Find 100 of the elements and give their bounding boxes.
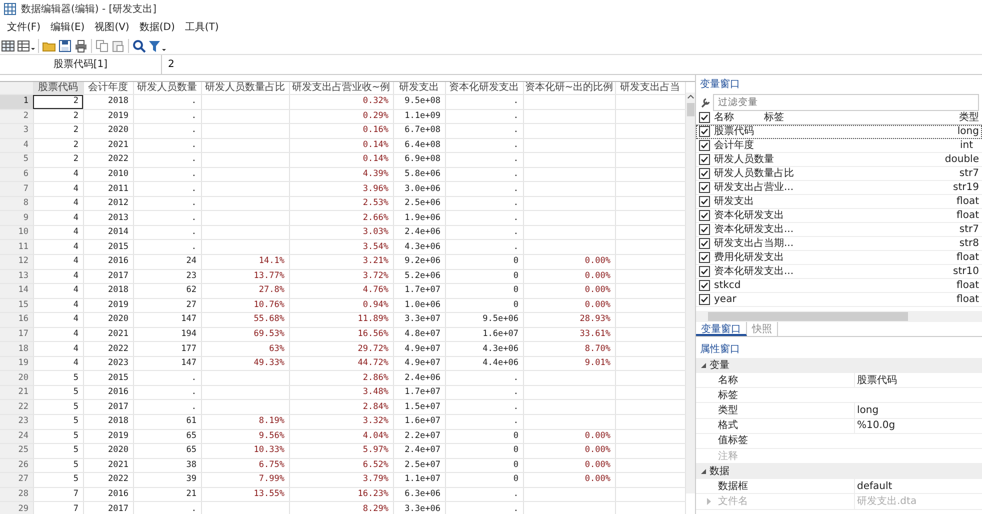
empty-cell[interactable] — [201, 182, 289, 196]
table-cell[interactable]: 2014 — [83, 225, 133, 240]
table-cell[interactable]: 7.99% — [201, 472, 289, 488]
table-cell[interactable]: 5 — [33, 400, 83, 415]
table-cell[interactable]: 0.00% — [523, 269, 615, 284]
empty-cell[interactable] — [615, 458, 685, 473]
table-cell[interactable]: 5.97% — [289, 444, 393, 458]
row-number[interactable]: 14 — [0, 284, 33, 298]
table-cell[interactable]: 1.5e+07 — [393, 400, 445, 415]
table-cell[interactable]: . — [445, 400, 523, 415]
table-cell[interactable]: 5 — [33, 472, 83, 488]
table-cell[interactable]: . — [133, 109, 201, 124]
table-cell[interactable]: 6.52% — [289, 458, 393, 473]
column-header[interactable]: 资本化研~出的比例 — [523, 82, 615, 94]
table-cell[interactable]: 2020 — [83, 444, 133, 458]
table-cell[interactable]: . — [133, 182, 201, 196]
row-number[interactable]: 21 — [0, 385, 33, 400]
table-cell[interactable]: 9.5e+08 — [393, 94, 445, 110]
row-number[interactable]: 17 — [0, 327, 33, 342]
table-cell[interactable]: 2018 — [83, 414, 133, 430]
checkbox-icon[interactable] — [699, 126, 710, 137]
empty-cell[interactable] — [201, 152, 289, 168]
table-cell[interactable]: 4 — [33, 284, 83, 298]
table-cell[interactable]: 3.54% — [289, 240, 393, 255]
table-cell[interactable]: 27 — [133, 298, 201, 313]
table-cell[interactable]: 29.72% — [289, 342, 393, 356]
table-cell[interactable]: 4 — [33, 312, 83, 328]
column-header[interactable]: 股票代码 — [33, 82, 83, 94]
table-cell[interactable]: 5.2e+06 — [393, 269, 445, 284]
table-cell[interactable]: 11.89% — [289, 312, 393, 328]
table-cell[interactable]: 4 — [33, 269, 83, 284]
checkbox-icon[interactable] — [699, 168, 710, 179]
table-cell[interactable]: 3.03% — [289, 225, 393, 240]
table-cell[interactable]: 3.96% — [289, 182, 393, 196]
table-cell[interactable]: 5 — [33, 429, 83, 444]
table-cell[interactable]: 44.72% — [289, 356, 393, 371]
table-cell[interactable]: 10.76% — [201, 298, 289, 313]
row-number[interactable]: 24 — [0, 429, 33, 444]
column-header[interactable]: 研发支出占营业收~例 — [289, 82, 393, 94]
table-cell[interactable]: 38 — [133, 458, 201, 473]
table-cell[interactable]: 2 — [33, 138, 83, 153]
table-cell[interactable]: 0.94% — [289, 298, 393, 313]
table-cell[interactable]: 5 — [33, 458, 83, 473]
table-cell[interactable]: 5.8e+06 — [393, 167, 445, 182]
empty-cell[interactable] — [615, 444, 685, 458]
empty-cell[interactable] — [615, 298, 685, 313]
table-cell[interactable]: 3.0e+06 — [393, 182, 445, 196]
variable-row[interactable]: 研发人员数量 double — [696, 153, 982, 167]
empty-cell[interactable] — [523, 182, 615, 196]
table-cell[interactable]: 2.5e+06 — [393, 196, 445, 211]
table-cell[interactable]: 0 — [445, 472, 523, 488]
table-cell[interactable]: 3.21% — [289, 254, 393, 270]
table-cell[interactable]: 5 — [33, 414, 83, 430]
column-header[interactable]: 研发人员数量占比 — [201, 82, 289, 94]
table-cell[interactable]: 3.3e+06 — [393, 502, 445, 514]
empty-cell[interactable] — [523, 487, 615, 502]
table-cell[interactable]: 13.77% — [201, 269, 289, 284]
table-cell[interactable]: 8.70% — [523, 342, 615, 356]
empty-cell[interactable] — [201, 109, 289, 124]
menu-item[interactable]: 数据(D) — [134, 20, 180, 35]
empty-cell[interactable] — [201, 225, 289, 240]
panel-tab[interactable]: 快照 — [747, 322, 778, 336]
menu-item[interactable]: 编辑(E) — [46, 20, 90, 35]
table-cell[interactable]: 9.2e+06 — [393, 254, 445, 270]
table-cell[interactable]: 4 — [33, 210, 83, 226]
table-cell[interactable]: 8.29% — [289, 502, 393, 514]
variable-row[interactable]: 研发支出占当期... str8 — [696, 237, 982, 251]
table-cell[interactable]: 2.66% — [289, 210, 393, 226]
table-cell[interactable]: 2017 — [83, 502, 133, 514]
table-cell[interactable]: 2016 — [83, 254, 133, 270]
table-cell[interactable]: . — [445, 370, 523, 386]
table-cell[interactable]: . — [445, 502, 523, 514]
table-cell[interactable]: 2.4e+07 — [393, 444, 445, 458]
table-cell[interactable]: . — [445, 138, 523, 153]
checkbox-icon[interactable] — [699, 280, 710, 291]
row-number[interactable]: 3 — [0, 124, 33, 138]
table-cell[interactable]: 4.8e+07 — [393, 327, 445, 342]
table-cell[interactable]: . — [445, 109, 523, 124]
property-group[interactable]: 数据 — [696, 464, 982, 480]
table-cell[interactable]: 0 — [445, 444, 523, 458]
table-cell[interactable]: 0.29% — [289, 109, 393, 124]
table-cell[interactable]: 2016 — [83, 487, 133, 502]
table-cell[interactable]: 2020 — [83, 124, 133, 138]
row-number[interactable]: 9 — [0, 210, 33, 226]
property-group[interactable]: 变量 — [696, 358, 982, 373]
table-cell[interactable]: 5 — [33, 444, 83, 458]
table-cell[interactable]: 2013 — [83, 210, 133, 226]
table-cell[interactable]: . — [133, 94, 201, 110]
table-cell[interactable]: 4.3e+06 — [393, 240, 445, 255]
checkbox-icon[interactable] — [699, 196, 710, 207]
empty-cell[interactable] — [615, 196, 685, 211]
empty-cell[interactable] — [615, 167, 685, 182]
table-cell[interactable]: 9.56% — [201, 429, 289, 444]
empty-cell[interactable] — [615, 240, 685, 255]
empty-cell[interactable] — [615, 342, 685, 356]
table-cell[interactable]: 2.84% — [289, 400, 393, 415]
checkbox-icon[interactable] — [699, 266, 710, 277]
table-cell[interactable]: 2.86% — [289, 370, 393, 386]
table-cell[interactable]: 0.00% — [523, 472, 615, 488]
row-number[interactable]: 28 — [0, 487, 33, 502]
